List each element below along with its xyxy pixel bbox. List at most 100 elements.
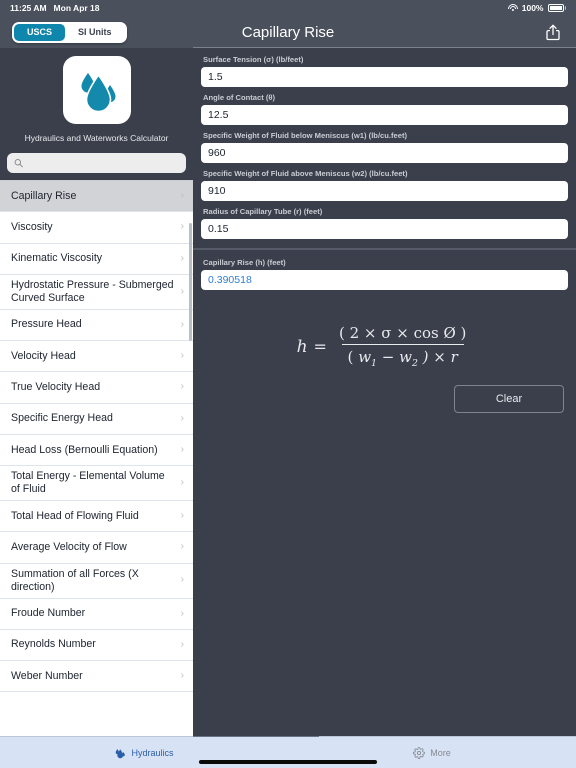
tab-bar: Hydraulics More — [0, 736, 576, 768]
segment-si-units[interactable]: SI Units — [65, 24, 125, 41]
tab-hydraulics-label: Hydraulics — [131, 747, 174, 758]
sidebar-item-label: Velocity Head — [11, 349, 76, 362]
input-field: Surface Tension (σ) (lb/feet) — [201, 55, 568, 87]
chevron-right-icon: › — [180, 190, 184, 202]
search-icon — [14, 159, 23, 168]
sidebar-item[interactable]: Average Velocity of Flow › — [0, 532, 193, 564]
sidebar-item-label: Weber Number — [11, 669, 83, 682]
main-panel: Surface Tension (σ) (lb/feet) Angle of Co… — [193, 48, 576, 736]
formula-den-w2-sub: 2 — [411, 358, 418, 369]
tab-hydraulics[interactable]: Hydraulics — [0, 747, 288, 759]
formula-expression: h = ( 2 × σ × cos Ø ) ( w1 − w2 ) × r — [297, 324, 473, 369]
sidebar-item[interactable]: Kinematic Viscosity › — [0, 244, 193, 275]
sidebar-header: Hydraulics and Waterworks Calculator — [0, 48, 193, 149]
sidebar-scrollbar[interactable] — [189, 223, 192, 341]
formula-den-open: ( — [347, 348, 354, 366]
sidebar-item[interactable]: Hydrostatic Pressure - Submerged Curved … — [0, 275, 193, 310]
input-field: Radius of Capillary Tube (r) (feet) — [201, 207, 568, 239]
content-area: Hydraulics and Waterworks Calculator Cap… — [0, 48, 576, 736]
sidebar-item[interactable]: True Velocity Head › — [0, 372, 193, 404]
chevron-right-icon: › — [180, 477, 184, 489]
home-indicator — [199, 760, 377, 764]
app-window: 11:25 AM Mon Apr 18 100% USCS SI Units C… — [0, 0, 576, 768]
segment-uscs[interactable]: USCS — [14, 23, 66, 41]
chevron-right-icon: › — [180, 607, 184, 619]
tab-more[interactable]: More — [288, 746, 576, 759]
sidebar-item[interactable]: Summation of all Forces (X direction) › — [0, 564, 193, 599]
formula-fraction: ( 2 × σ × cos Ø ) ( w1 − w2 ) × r — [333, 324, 472, 369]
input-field-label: Specific Weight of Fluid below Meniscus … — [203, 131, 408, 140]
sidebar-item-label: Summation of all Forces (X direction) — [11, 567, 139, 593]
sidebar-item-label: Total Energy - Elemental Volume of Fluid — [11, 470, 165, 496]
sidebar-item-label: Capillary Rise — [11, 189, 77, 202]
chevron-right-icon: › — [180, 221, 184, 233]
sidebar-item[interactable]: Capillary Rise › — [0, 181, 193, 213]
result-label: Capillary Rise (h) (feet) — [203, 258, 286, 267]
input-field: Specific Weight of Fluid below Meniscus … — [201, 131, 568, 163]
chevron-right-icon: › — [180, 541, 184, 553]
app-name-label: Hydraulics and Waterworks Calculator — [24, 133, 169, 143]
sidebar-item[interactable]: Viscosity › — [0, 212, 193, 244]
sidebar-item[interactable]: Pressure Head › — [0, 310, 193, 342]
sidebar-item-label: Total Head of Flowing Fluid — [11, 509, 139, 522]
sidebar-item[interactable]: Weber Number › — [0, 661, 193, 693]
wifi-icon — [507, 4, 518, 12]
input-field-value[interactable] — [201, 219, 568, 239]
sidebar: Hydraulics and Waterworks Calculator Cap… — [0, 48, 193, 736]
formula-numerator: ( 2 × σ × cos Ø ) — [338, 324, 467, 342]
status-bar: 11:25 AM Mon Apr 18 100% — [0, 0, 576, 16]
water-droplets-icon — [116, 748, 126, 758]
sidebar-item-label: Specific Energy Head — [11, 412, 113, 425]
search-box[interactable] — [7, 153, 186, 173]
chevron-right-icon: › — [180, 670, 184, 682]
units-segmented-control[interactable]: USCS SI Units — [12, 21, 127, 43]
status-time: 11:25 AM — [10, 3, 47, 13]
gear-icon — [413, 746, 426, 759]
sidebar-item-label: Froude Number — [11, 607, 86, 620]
input-field-label: Specific Weight of Fluid above Meniscus … — [203, 169, 408, 178]
tab-more-label: More — [430, 747, 451, 758]
chevron-right-icon: › — [180, 381, 184, 393]
formula-den-minus: − — [381, 348, 395, 366]
sidebar-item[interactable]: Total Head of Flowing Fluid › — [0, 501, 193, 533]
sidebar-item-label: Kinematic Viscosity — [11, 252, 103, 265]
input-field: Specific Weight of Fluid above Meniscus … — [201, 169, 568, 201]
input-field-value[interactable] — [201, 67, 568, 87]
battery-icon — [547, 4, 566, 12]
formula-den-w1: w — [358, 348, 372, 366]
formula-den-close: ) × r — [422, 348, 458, 366]
result-input[interactable] — [201, 270, 568, 290]
sidebar-item[interactable]: Total Energy - Elemental Volume of Fluid… — [0, 466, 193, 502]
sidebar-item-label: Reynolds Number — [11, 638, 96, 651]
sidebar-item[interactable]: Velocity Head › — [0, 341, 193, 373]
input-field-value[interactable] — [201, 181, 568, 201]
chevron-right-icon: › — [180, 318, 184, 330]
sidebar-item[interactable]: Specific Energy Head › — [0, 404, 193, 435]
sidebar-item[interactable]: Reynolds Number › — [0, 630, 193, 662]
share-icon[interactable] — [544, 22, 562, 42]
input-field-value[interactable] — [201, 105, 568, 125]
chevron-right-icon: › — [180, 510, 184, 522]
sidebar-list[interactable]: Capillary Rise › Viscosity › Kinematic Visco… — [0, 180, 193, 736]
status-date: Mon Apr 18 — [53, 3, 100, 13]
sidebar-item[interactable]: Froude Number › — [0, 599, 193, 630]
chevron-right-icon: › — [180, 574, 184, 586]
battery-percent-label: 100% — [521, 3, 544, 13]
search-container — [0, 149, 193, 180]
result-section: Capillary Rise (h) (feet) — [193, 250, 576, 290]
clear-button[interactable]: Clear — [454, 385, 564, 413]
chevron-right-icon: › — [180, 412, 184, 424]
formula-display: h = ( 2 × σ × cos Ø ) ( w1 − w2 ) × r — [193, 290, 576, 379]
formula-den-w2: w — [399, 348, 412, 366]
input-field-label: Angle of Contact (θ) — [203, 93, 276, 102]
formula-denominator: ( w1 − w2 ) × r — [341, 344, 464, 369]
chevron-right-icon: › — [180, 443, 184, 455]
input-field-value[interactable] — [201, 143, 568, 163]
formula-lhs: h — [296, 336, 308, 357]
input-field-label: Surface Tension (σ) (lb/feet) — [203, 55, 304, 64]
chevron-right-icon: › — [180, 252, 184, 264]
input-fields-group: Surface Tension (σ) (lb/feet) Angle of Co… — [193, 48, 576, 246]
search-input[interactable] — [28, 157, 179, 169]
sidebar-item[interactable]: Head Loss (Bernoulli Equation) › — [0, 435, 193, 467]
sidebar-item-label: True Velocity Head — [11, 381, 101, 394]
